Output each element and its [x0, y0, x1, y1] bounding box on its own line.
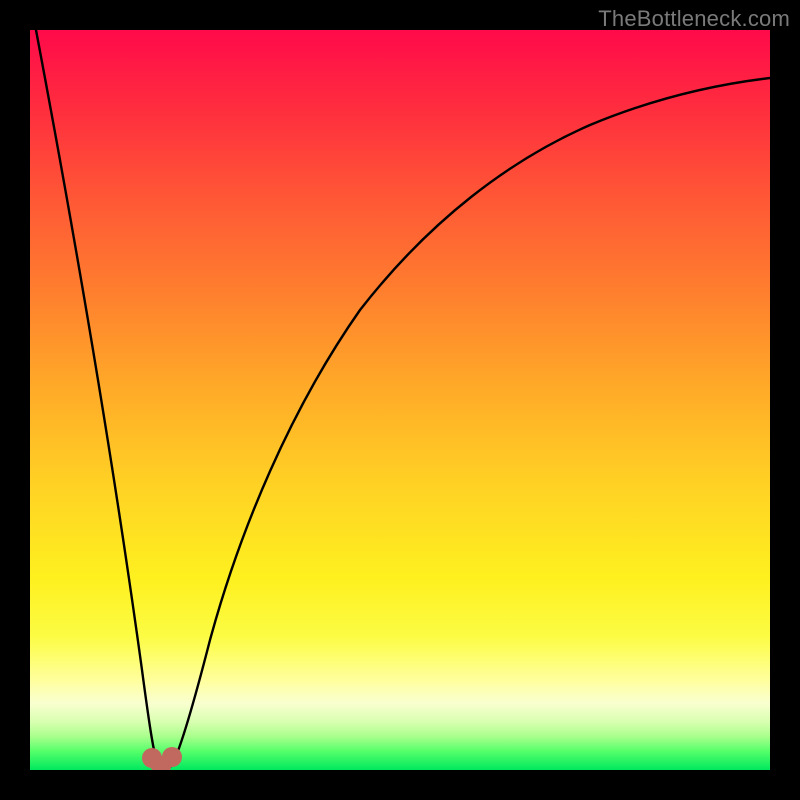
plot-area — [30, 30, 770, 770]
bottleneck-curve — [36, 30, 770, 769]
watermark-text: TheBottleneck.com — [598, 6, 790, 32]
marker-range-arc — [152, 757, 172, 764]
bottleneck-curve-svg — [30, 30, 770, 770]
chart-frame: TheBottleneck.com — [0, 0, 800, 800]
